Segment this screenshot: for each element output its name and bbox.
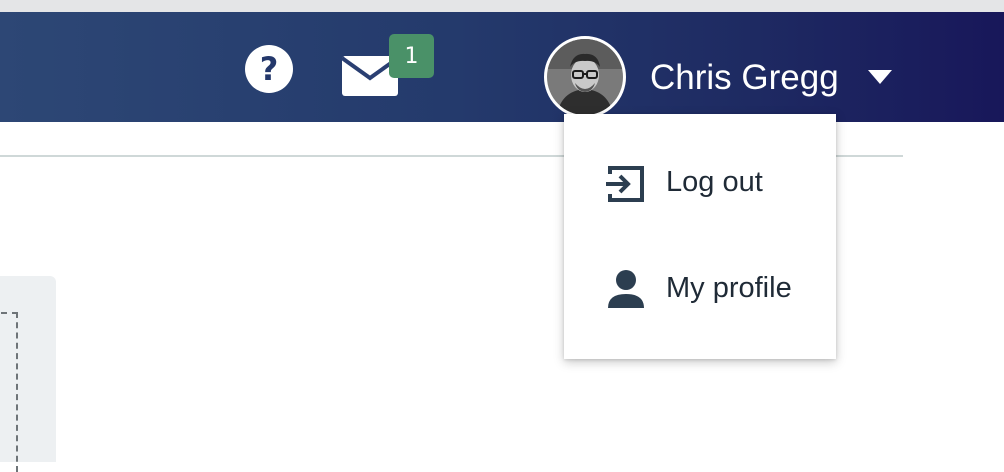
- log-out-icon: [606, 166, 644, 202]
- dashed-drop-area: [0, 312, 18, 472]
- app-header: ? 1 Chris Gregg: [0, 12, 1004, 122]
- help-icon[interactable]: ?: [244, 44, 294, 94]
- menu-item-my-profile[interactable]: My profile: [564, 240, 836, 340]
- user-menu-toggle[interactable]: Chris Gregg: [542, 32, 902, 124]
- unread-count-badge: 1: [389, 34, 434, 78]
- caret-down-icon: [868, 70, 892, 84]
- svg-text:?: ?: [260, 50, 279, 88]
- avatar: [544, 36, 626, 118]
- user-dropdown-menu: Log out My profile: [564, 114, 836, 359]
- menu-item-label: Log out: [666, 166, 763, 198]
- user-name: Chris Gregg: [650, 58, 839, 97]
- browser-top-strip: [0, 0, 1004, 12]
- menu-item-label: My profile: [666, 272, 792, 304]
- side-panel: [0, 276, 56, 472]
- menu-item-log-out[interactable]: Log out: [564, 134, 836, 234]
- person-icon: [608, 270, 644, 308]
- messages-button[interactable]: 1: [340, 34, 440, 106]
